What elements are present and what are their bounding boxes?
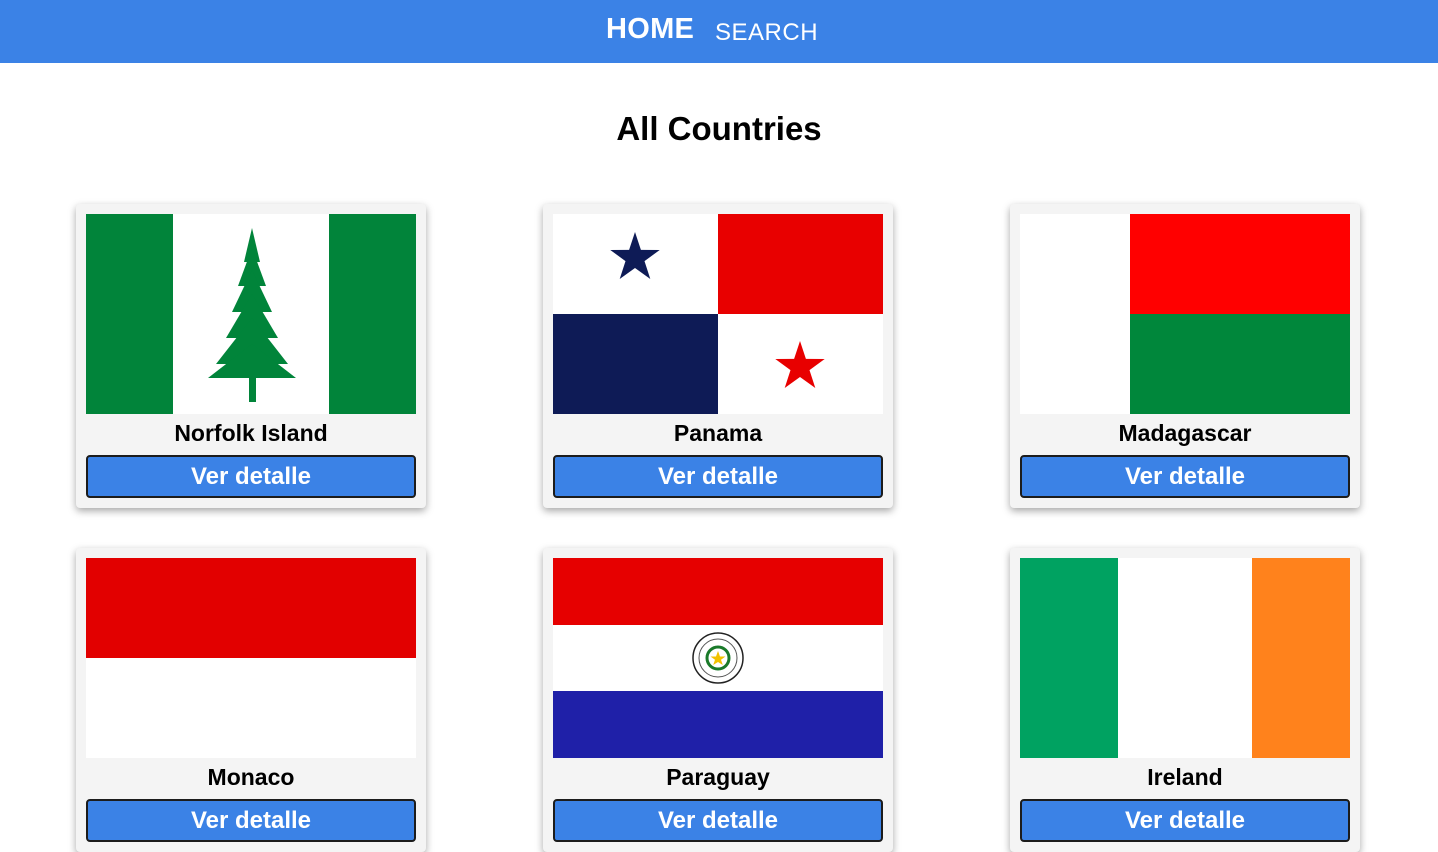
country-card-ireland: Ireland Ver detalle bbox=[1010, 548, 1360, 852]
paraguay-flag-image bbox=[553, 558, 883, 758]
country-name: Paraguay bbox=[666, 764, 770, 790]
view-detail-button[interactable]: Ver detalle bbox=[86, 799, 416, 842]
norfolk-island-flag-image bbox=[86, 214, 416, 414]
country-card-monaco: Monaco Ver detalle bbox=[76, 548, 426, 852]
country-name: Norfolk Island bbox=[174, 420, 328, 446]
page-title: All Countries bbox=[616, 110, 822, 147]
view-detail-button[interactable]: Ver detalle bbox=[1020, 455, 1350, 498]
country-name: Ireland bbox=[1147, 764, 1223, 790]
country-card-paraguay: Paraguay Ver detalle bbox=[543, 548, 893, 852]
panama-flag-image bbox=[553, 214, 883, 414]
country-name: Monaco bbox=[207, 764, 295, 790]
view-detail-button[interactable]: Ver detalle bbox=[553, 455, 883, 498]
top-navbar: HOME SEARCH bbox=[0, 0, 1438, 63]
country-name: Panama bbox=[673, 420, 763, 446]
country-card-panama: Panama Ver detalle bbox=[543, 204, 893, 508]
madagascar-flag-image bbox=[1020, 214, 1350, 414]
nav-home-link[interactable]: HOME bbox=[606, 13, 694, 46]
view-detail-button[interactable]: Ver detalle bbox=[86, 455, 416, 498]
country-card-madagascar: Madagascar Ver detalle bbox=[1010, 204, 1360, 508]
monaco-flag-image bbox=[86, 558, 416, 758]
country-name: Madagascar bbox=[1118, 420, 1252, 446]
view-detail-button[interactable]: Ver detalle bbox=[553, 799, 883, 842]
country-card-norfolk-island: Norfolk Island Ver detalle bbox=[76, 204, 426, 508]
ireland-flag-image bbox=[1020, 558, 1350, 758]
view-detail-button[interactable]: Ver detalle bbox=[1020, 799, 1350, 842]
nav-search-link[interactable]: SEARCH bbox=[715, 19, 818, 47]
